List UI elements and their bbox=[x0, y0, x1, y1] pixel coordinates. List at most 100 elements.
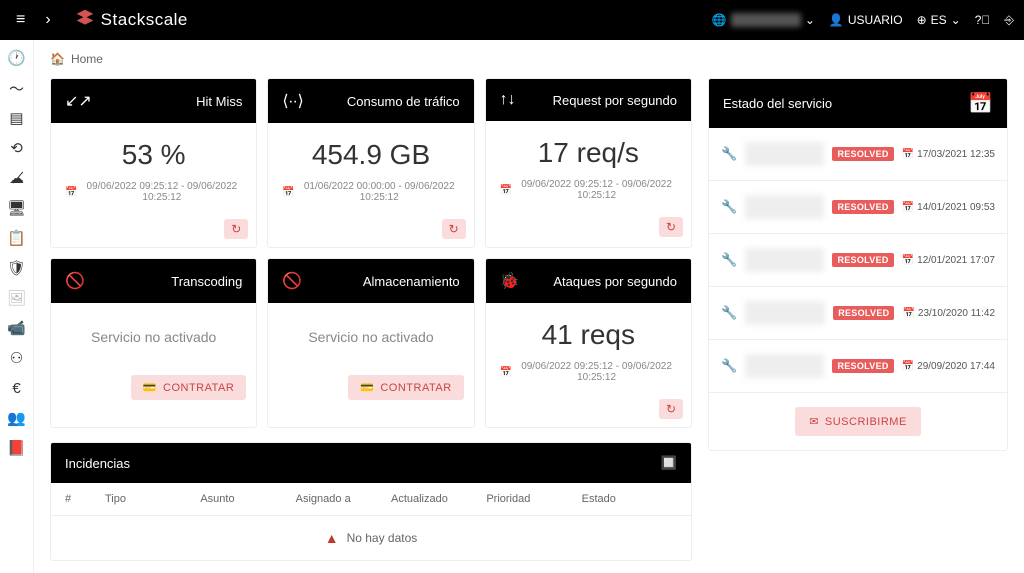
sidebar-item-display[interactable]: 🖥 bbox=[7, 198, 27, 218]
contract-button[interactable]: 💳 CONTRATAR bbox=[348, 375, 464, 400]
status-item[interactable]: 🔧 RESOLVED 📅 17/03/2021 12:35 bbox=[709, 128, 1007, 181]
brand-text: Stackscale bbox=[101, 10, 188, 30]
sidebar-item-sync[interactable]: ⟲ bbox=[7, 138, 27, 158]
status-text-blurred bbox=[745, 195, 824, 219]
col-prioridad: Prioridad bbox=[486, 493, 581, 505]
status-date: 📅 29/09/2020 17:44 bbox=[902, 361, 995, 372]
sidebar-item-shield[interactable]: 🛡 bbox=[7, 258, 27, 278]
sidebar-item-clock[interactable]: 🕐 bbox=[7, 48, 27, 68]
calendar-icon: 📅 bbox=[500, 185, 512, 196]
no-service-text: Servicio no activado bbox=[65, 329, 242, 345]
exit-icon: ⎆ bbox=[1004, 13, 1014, 28]
trend-icon: ↙↗ bbox=[65, 91, 92, 111]
subscribe-button[interactable]: ✉ SUSCRIBIRME bbox=[795, 407, 921, 436]
mail-icon: ✉ bbox=[809, 415, 819, 428]
card-storage: 🚫 Almacenamiento Servicio no activado 💳 … bbox=[267, 258, 474, 428]
status-item[interactable]: 🔧 RESOLVED 📅 23/10/2020 11:42 bbox=[709, 287, 1007, 340]
no-service-text: Servicio no activado bbox=[282, 329, 459, 345]
card-range: 📅 01/06/2022 00:00:00 - 09/06/2022 10:25… bbox=[282, 181, 459, 203]
card-value: 17 req/s bbox=[500, 137, 677, 169]
resolved-badge: RESOLVED bbox=[832, 200, 893, 214]
help-icon: ?⃝ bbox=[975, 13, 991, 27]
arrows-v-icon: ↑↓ bbox=[500, 91, 516, 109]
card-range: 📅 09/06/2022 09:25:12 - 09/06/2022 10:25… bbox=[500, 179, 677, 201]
topbar-left: ≡ › Stackscale bbox=[10, 7, 188, 33]
incidencias-title: Incidencias bbox=[65, 456, 130, 471]
sidebar-item-server[interactable]: ▤ bbox=[7, 108, 27, 128]
user-menu[interactable]: 👤 USUARIO bbox=[829, 13, 903, 27]
topbar: ≡ › Stackscale 🌐 ⌄ 👤 USUARIO ⊕ ES ⌄ ?⃝ ⎆ bbox=[0, 0, 1024, 40]
contract-button[interactable]: 💳 CONTRATAR bbox=[131, 375, 247, 400]
card-range: 📅 09/06/2022 09:25:12 - 09/06/2022 10:25… bbox=[500, 361, 677, 383]
wrench-icon: 🔧 bbox=[721, 146, 737, 162]
prohibited-icon: 🚫 bbox=[65, 271, 85, 291]
sidebar-item-clipboard[interactable]: 📋 bbox=[7, 228, 27, 248]
card-hitmiss: ↙↗ Hit Miss 53 % 📅 09/06/2022 09:25:12 -… bbox=[50, 78, 257, 248]
help-button[interactable]: ?⃝ bbox=[975, 13, 991, 27]
card-attacks: 🐞 Ataques por segundo 41 reqs 📅 09/06/20… bbox=[485, 258, 692, 428]
bug-icon: 🐞 bbox=[500, 271, 520, 291]
breadcrumb-home[interactable]: Home bbox=[71, 52, 103, 66]
warning-icon: ▲ bbox=[325, 530, 339, 546]
lang-selector[interactable]: ⊕ ES ⌄ bbox=[917, 13, 961, 27]
status-date: 📅 17/03/2021 12:35 bbox=[902, 149, 995, 160]
status-item[interactable]: 🔧 RESOLVED 📅 14/01/2021 09:53 bbox=[709, 181, 1007, 234]
calendar-icon: 📅 bbox=[65, 187, 77, 198]
card-value: 53 % bbox=[65, 139, 242, 171]
refresh-button[interactable]: ↻ bbox=[224, 219, 248, 239]
sidebar-item-image[interactable]: 🖼 bbox=[7, 288, 27, 308]
card-value: 454.9 GB bbox=[282, 139, 459, 171]
status-text-blurred bbox=[745, 142, 824, 166]
prohibited-icon: 🚫 bbox=[282, 271, 302, 291]
sidebar-item-cloud-off[interactable]: ☁̸ bbox=[7, 168, 27, 188]
card-value: 41 reqs bbox=[500, 319, 677, 351]
refresh-button[interactable]: ↻ bbox=[659, 399, 683, 419]
logout-button[interactable]: ⎆ bbox=[1004, 13, 1014, 28]
calendar-icon: 📅 bbox=[282, 187, 294, 198]
refresh-button[interactable]: ↻ bbox=[442, 219, 466, 239]
sidebar-item-docs[interactable]: 📕 bbox=[7, 438, 27, 458]
card-traffic: ⟨∙∙⟩ Consumo de tráfico 454.9 GB 📅 01/06… bbox=[267, 78, 474, 248]
col-estado: Estado bbox=[582, 493, 677, 505]
card-title: Transcoding bbox=[171, 274, 242, 289]
service-status-panel: Estado del servicio 📅 🔧 RESOLVED 📅 17/03… bbox=[708, 78, 1008, 451]
topbar-right: 🌐 ⌄ 👤 USUARIO ⊕ ES ⌄ ?⃝ ⎆ bbox=[712, 13, 1014, 28]
battery-icon: 🔲 bbox=[661, 455, 677, 471]
wrench-icon: 🔧 bbox=[721, 305, 737, 321]
menu-toggle-button[interactable]: ≡ bbox=[10, 7, 31, 33]
lang-label: ES bbox=[931, 13, 947, 27]
incidencias-empty: ▲ No hay datos bbox=[51, 516, 691, 560]
card-transcoding: 🚫 Transcoding Servicio no activado 💳 CON… bbox=[50, 258, 257, 428]
card-icon: 💳 bbox=[143, 381, 157, 394]
status-text-blurred bbox=[745, 354, 824, 378]
chevron-right-button[interactable]: › bbox=[39, 7, 56, 33]
col-asignado: Asignado a bbox=[296, 493, 391, 505]
sidebar-item-video[interactable]: 📹 bbox=[7, 318, 27, 338]
calendar-icon: 📅 bbox=[500, 367, 512, 378]
sidebar-item-users[interactable]: 👥 bbox=[7, 408, 27, 428]
card-title: Ataques por segundo bbox=[553, 274, 677, 289]
resolved-badge: RESOLVED bbox=[832, 359, 893, 373]
card-title: Consumo de tráfico bbox=[347, 94, 460, 109]
col-tipo: Tipo bbox=[105, 493, 200, 505]
resolved-badge: RESOLVED bbox=[832, 253, 893, 267]
col-asunto: Asunto bbox=[200, 493, 295, 505]
sidebar-item-analytics[interactable]: 〜 bbox=[7, 78, 27, 98]
resolved-badge: RESOLVED bbox=[832, 147, 893, 161]
arrows-h-icon: ⟨∙∙⟩ bbox=[282, 91, 303, 111]
status-date: 📅 12/01/2021 17:07 bbox=[902, 255, 995, 266]
wrench-icon: 🔧 bbox=[721, 199, 737, 215]
brand-logo[interactable]: Stackscale bbox=[75, 8, 188, 33]
card-title: Hit Miss bbox=[196, 94, 242, 109]
incidencias-table-header: # Tipo Asunto Asignado a Actualizado Pri… bbox=[51, 483, 691, 516]
sidebar-item-voicemail[interactable]: ⚇ bbox=[7, 348, 27, 368]
card-title: Request por segundo bbox=[553, 93, 677, 108]
col-num: # bbox=[65, 493, 105, 505]
status-item[interactable]: 🔧 RESOLVED 📅 12/01/2021 17:07 bbox=[709, 234, 1007, 287]
status-date: 📅 23/10/2020 11:42 bbox=[902, 308, 995, 319]
incidencias-panel: Incidencias 🔲 # Tipo Asunto Asignado a A… bbox=[50, 442, 692, 561]
refresh-button[interactable]: ↻ bbox=[659, 217, 683, 237]
org-selector[interactable]: 🌐 ⌄ bbox=[712, 13, 815, 27]
sidebar-item-billing[interactable]: € bbox=[7, 378, 27, 398]
status-item[interactable]: 🔧 RESOLVED 📅 29/09/2020 17:44 bbox=[709, 340, 1007, 393]
